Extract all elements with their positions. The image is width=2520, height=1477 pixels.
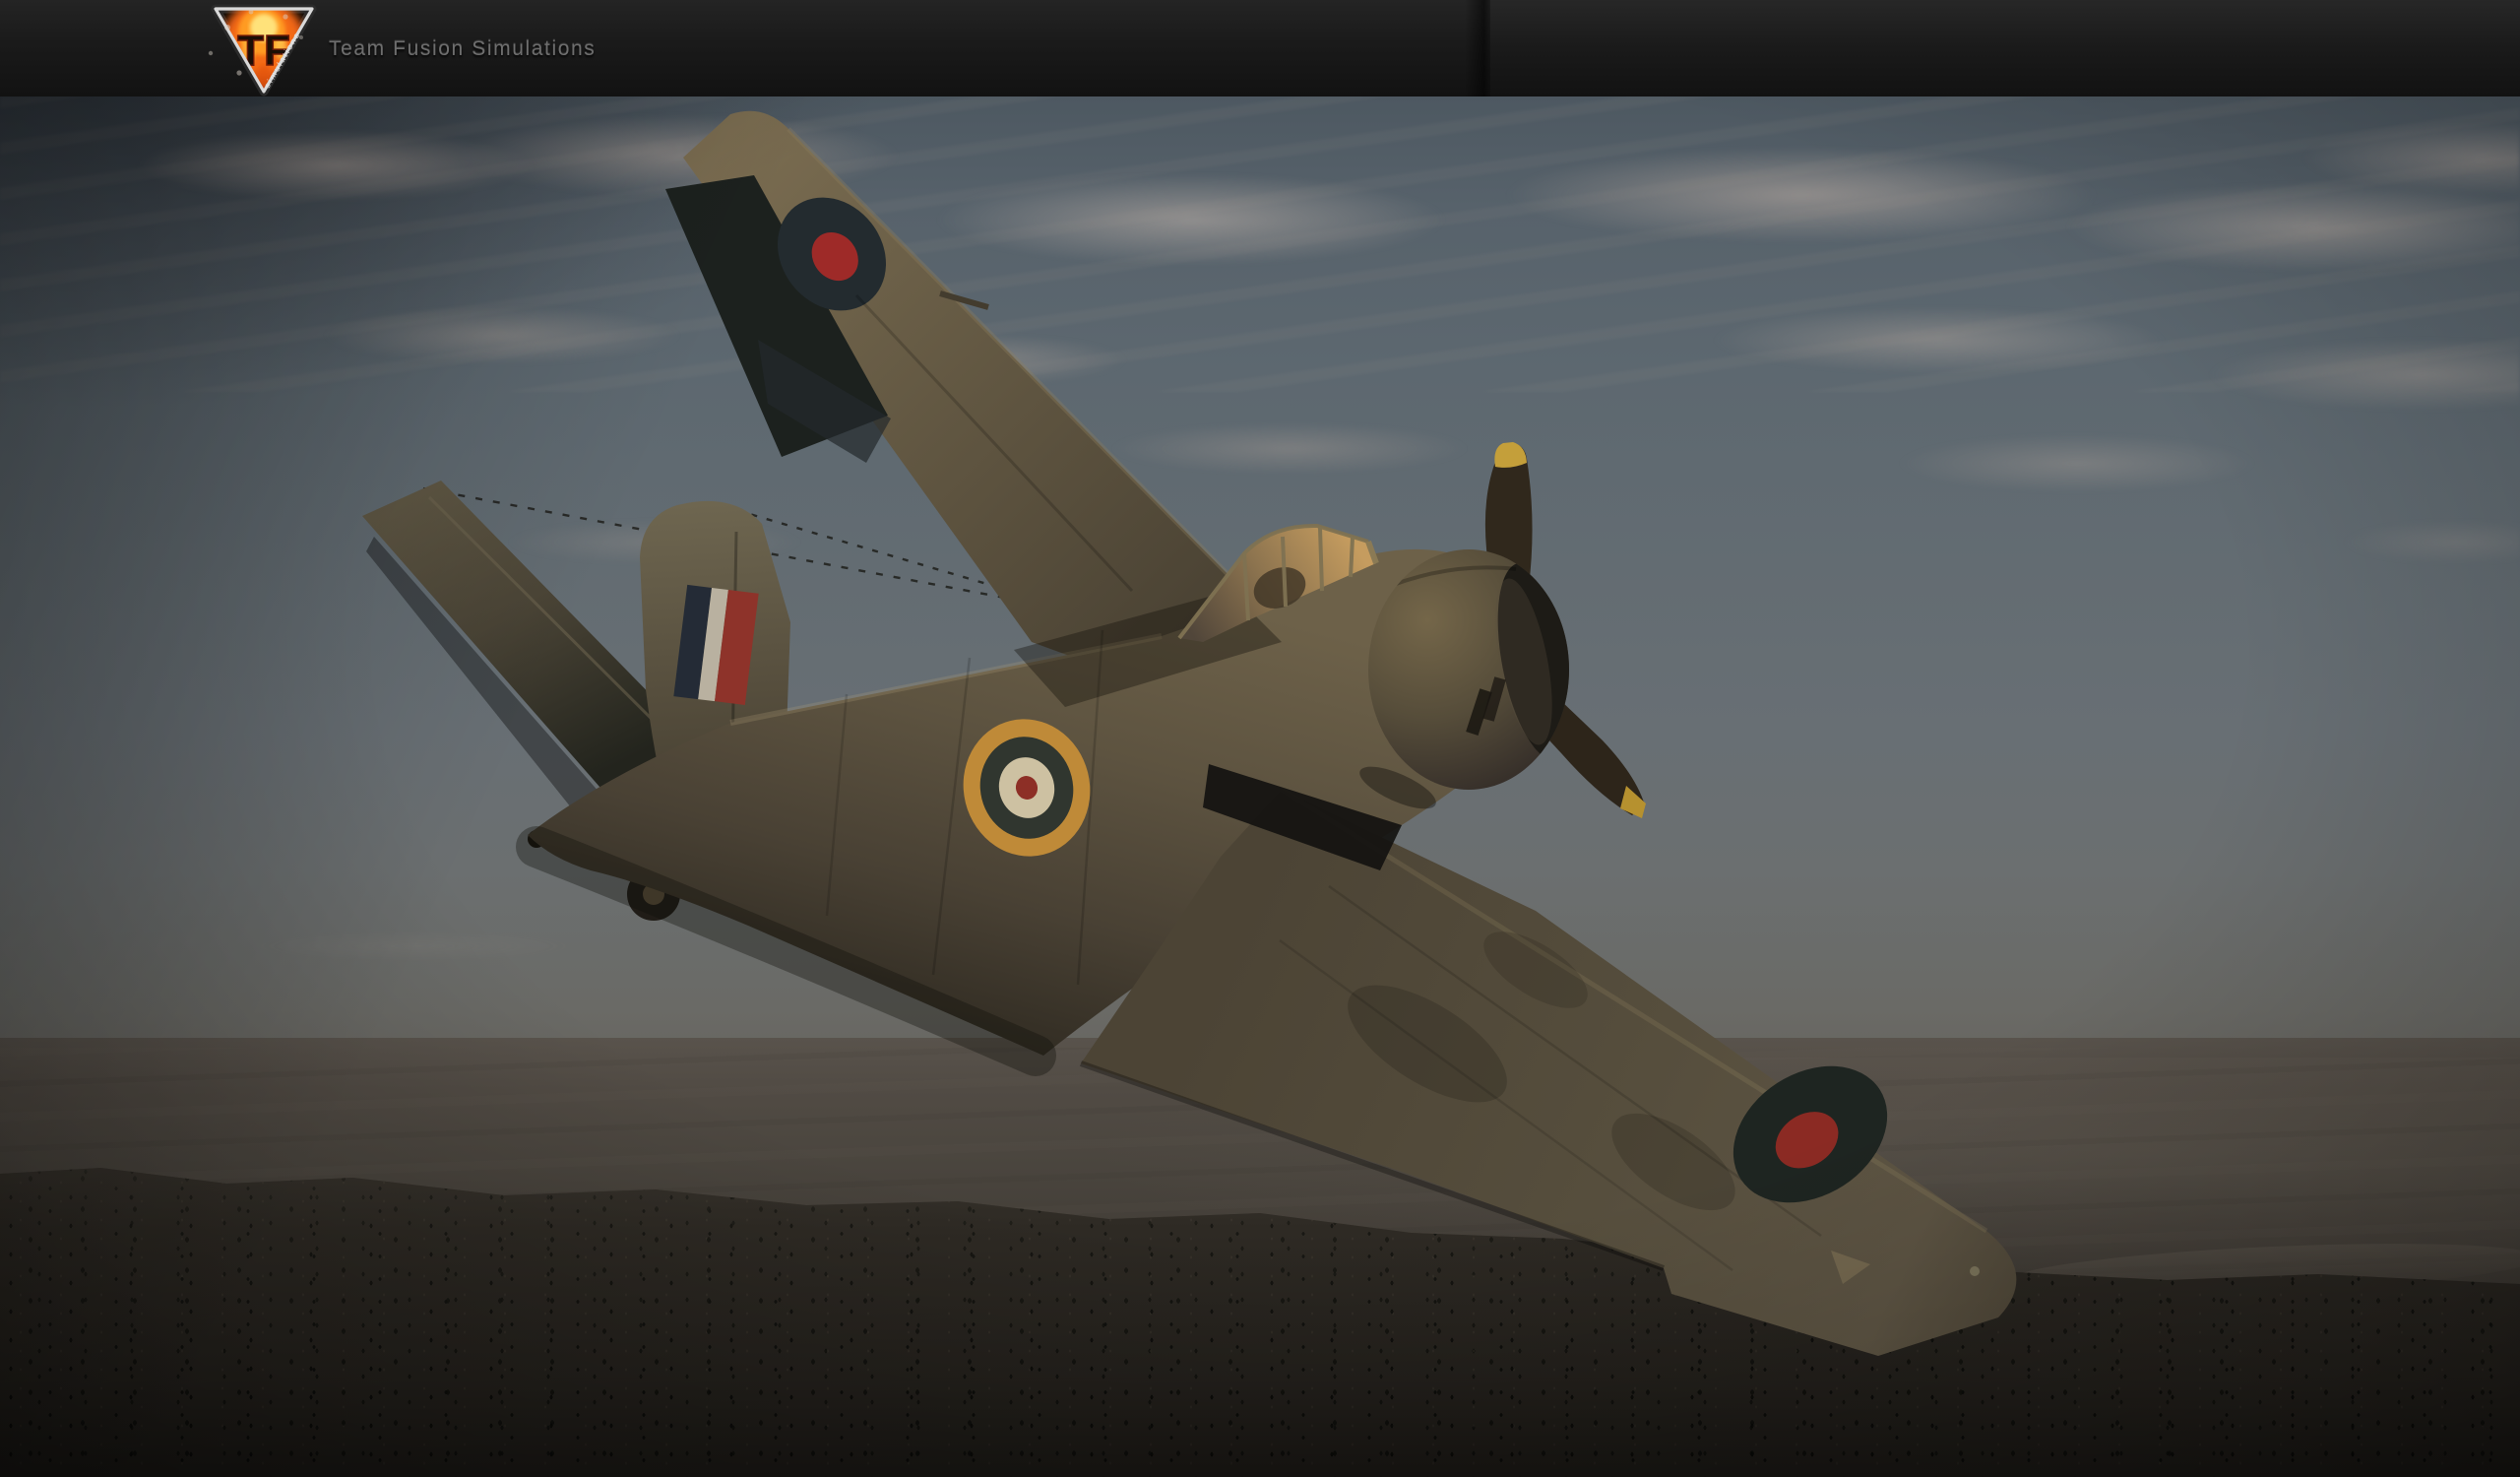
aircraft [0, 96, 2520, 1477]
wingtip-light [1970, 1266, 1980, 1276]
propeller-tip-up [1494, 442, 1527, 468]
game-window: TF simulations Team Fusion Simulations [0, 0, 2520, 1477]
brand-label: Team Fusion Simulations [329, 37, 596, 61]
title-bar: TF simulations Team Fusion Simulations [0, 0, 2520, 96]
simulator-viewport[interactable] [0, 96, 2520, 1477]
title-bar-right-panel [1490, 0, 2520, 96]
fin-flash [673, 585, 758, 705]
title-bar-seam [1465, 0, 1490, 96]
